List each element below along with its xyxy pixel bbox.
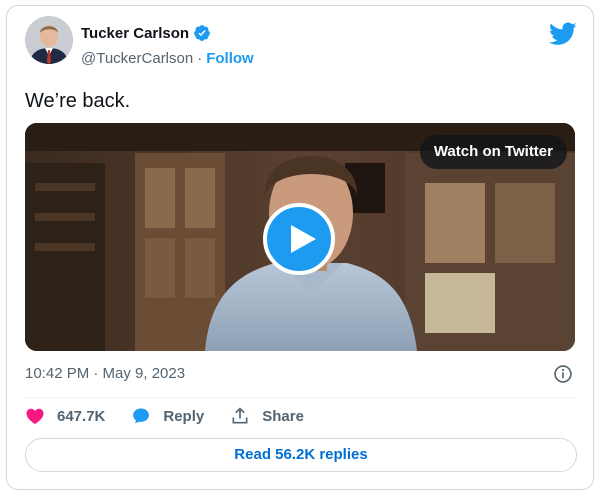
follow-button[interactable]: Follow — [206, 50, 254, 67]
author-handle-row: @TuckerCarlson · Follow — [81, 50, 254, 67]
avatar[interactable] — [25, 16, 73, 64]
share-label: Share — [262, 407, 304, 425]
share-icon — [232, 407, 248, 424]
author-name[interactable]: Tucker Carlson — [81, 25, 189, 42]
avatar-image — [25, 16, 73, 64]
tweet-timestamp[interactable]: 10:42 PM · May 9, 2023 — [25, 365, 185, 382]
watch-on-twitter-button[interactable]: Watch on Twitter — [419, 135, 567, 169]
read-replies-button[interactable]: Read 56.2K replies — [25, 438, 577, 472]
reply-label: Reply — [163, 407, 205, 425]
like-button[interactable]: 647.7K — [25, 406, 105, 426]
tweet-actions: 647.7K Reply Share — [25, 404, 330, 428]
video-player[interactable]: Watch on Twitter — [25, 123, 575, 351]
tweet-card: Tucker Carlson @TuckerCarlson · Follow W… — [6, 5, 594, 490]
twitter-bird-icon[interactable] — [549, 22, 577, 46]
info-icon[interactable] — [553, 364, 573, 384]
reply-bubble-icon — [133, 408, 150, 424]
author-handle[interactable]: @TuckerCarlson — [81, 50, 193, 67]
tweet-header: Tucker Carlson @TuckerCarlson · Follow — [25, 16, 577, 72]
share-button[interactable]: Share — [230, 406, 304, 426]
play-button[interactable] — [263, 203, 335, 275]
heart-icon — [26, 408, 44, 424]
tweet-text: We’re back. — [25, 90, 131, 112]
reply-button[interactable]: Reply — [131, 406, 204, 426]
author-name-row: Tucker Carlson — [81, 24, 211, 42]
like-count: 647.7K — [57, 407, 106, 425]
handle-separator: · — [197, 50, 203, 67]
verified-badge-icon — [194, 25, 210, 41]
play-icon — [291, 225, 316, 253]
divider — [25, 397, 577, 398]
